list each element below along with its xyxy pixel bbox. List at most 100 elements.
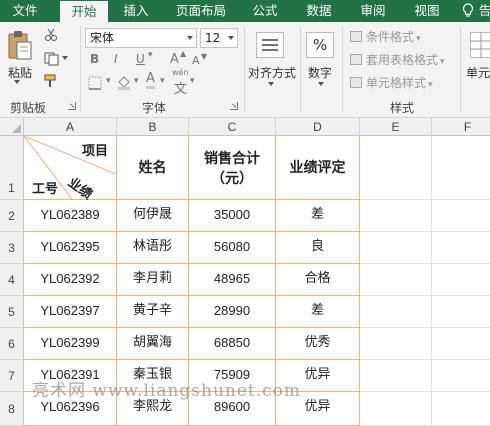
- sales-total-cell[interactable]: 48965: [189, 264, 276, 296]
- tab-data[interactable]: 数据: [298, 0, 340, 22]
- copy-dropdown-icon[interactable]: [62, 56, 68, 60]
- row-header-2[interactable]: 2: [0, 200, 24, 232]
- tab-file[interactable]: 文件: [6, 0, 44, 22]
- cut-icon[interactable]: [44, 28, 58, 42]
- grow-font-button[interactable]: A: [170, 52, 179, 67]
- alignment-icon[interactable]: [256, 32, 284, 58]
- percent-icon[interactable]: %: [306, 32, 334, 58]
- empty-cell-e[interactable]: [360, 264, 432, 296]
- employee-name-cell[interactable]: 黄子辛: [117, 296, 189, 328]
- borders-icon[interactable]: [88, 76, 104, 90]
- rating-cell[interactable]: 良: [276, 232, 360, 264]
- empty-cell-e[interactable]: [360, 200, 432, 232]
- column-header-b[interactable]: B: [117, 118, 189, 136]
- employee-id-cell[interactable]: YL062392: [24, 264, 117, 296]
- cell-styles-button[interactable]: 单元格样式 ▾: [350, 74, 433, 92]
- empty-cell-f[interactable]: [432, 232, 490, 264]
- fill-color-icon[interactable]: [116, 74, 132, 90]
- lightbulb-icon[interactable]: [462, 3, 474, 18]
- cell-f1[interactable]: [432, 136, 490, 200]
- bold-button[interactable]: B: [90, 52, 99, 66]
- tab-page-layout[interactable]: 页面布局: [168, 0, 234, 22]
- shrink-font-button[interactable]: A: [192, 54, 200, 67]
- name-header-cell[interactable]: 姓名: [117, 136, 189, 200]
- empty-cell-e[interactable]: [360, 360, 432, 392]
- phonetic-dropdown-icon[interactable]: ▾: [190, 76, 195, 86]
- clipboard-launcher-icon[interactable]: [68, 102, 76, 110]
- phonetic-guide-button[interactable]: wén: [172, 68, 189, 77]
- employee-id-cell[interactable]: YL062397: [24, 296, 117, 328]
- cells-button[interactable]: 单元: [466, 64, 490, 81]
- employee-name-cell[interactable]: 李月莉: [117, 264, 189, 296]
- diagonal-header-cell[interactable]: 项目 业绩 工号: [24, 136, 117, 203]
- alignment-button[interactable]: 对齐方式: [248, 64, 296, 81]
- copy-icon[interactable]: [44, 52, 60, 66]
- tab-home[interactable]: 开始: [60, 1, 108, 22]
- column-header-d[interactable]: D: [276, 118, 360, 136]
- rating-cell[interactable]: 合格: [276, 264, 360, 296]
- row-header-1[interactable]: 1: [0, 136, 24, 200]
- rating-cell[interactable]: 差: [276, 296, 360, 328]
- rating-header-cell[interactable]: 业绩评定: [276, 136, 360, 200]
- tab-insert[interactable]: 插入: [115, 0, 157, 22]
- row-header-3[interactable]: 3: [0, 232, 24, 264]
- select-all-corner[interactable]: [0, 118, 24, 136]
- empty-cell-f[interactable]: [432, 264, 490, 296]
- employee-id-cell[interactable]: YL062389: [24, 200, 117, 232]
- column-header-c[interactable]: C: [189, 118, 276, 136]
- format-as-table-button[interactable]: 套用表格格式 ▾: [350, 51, 445, 69]
- empty-cell-e[interactable]: [360, 296, 432, 328]
- sales-total-cell[interactable]: 56080: [189, 232, 276, 264]
- sales-total-cell[interactable]: 28990: [189, 296, 276, 328]
- tab-review[interactable]: 审阅: [352, 0, 394, 22]
- row-header-6[interactable]: 6: [0, 328, 24, 360]
- employee-name-cell[interactable]: 林语彤: [117, 232, 189, 264]
- tab-tell-me[interactable]: 告: [478, 0, 490, 22]
- sales-total-cell[interactable]: 68850: [189, 328, 276, 360]
- sales-total-cell[interactable]: 35000: [189, 200, 276, 232]
- row-header-7[interactable]: 7: [0, 360, 24, 392]
- font-launcher-icon[interactable]: [230, 102, 238, 110]
- number-format-button[interactable]: 数字: [308, 64, 332, 81]
- font-color-button[interactable]: A: [146, 72, 155, 89]
- conditional-formatting-button[interactable]: 条件格式 ▾: [350, 28, 421, 46]
- column-header-a[interactable]: A: [24, 118, 117, 136]
- paste-icon[interactable]: [8, 30, 32, 60]
- row-header-5[interactable]: 5: [0, 296, 24, 328]
- employee-id-cell[interactable]: YL062395: [24, 232, 117, 264]
- empty-cell-f[interactable]: [432, 200, 490, 232]
- column-header-e[interactable]: E: [360, 118, 432, 136]
- alignment-dropdown-icon[interactable]: [268, 82, 274, 86]
- employee-id-cell[interactable]: YL062399: [24, 328, 117, 360]
- empty-cell-e[interactable]: [360, 328, 432, 360]
- format-painter-icon[interactable]: [44, 74, 60, 88]
- empty-cell-f[interactable]: [432, 360, 490, 392]
- italic-button[interactable]: I: [114, 52, 118, 66]
- empty-cell-f[interactable]: [432, 296, 490, 328]
- cell-e1[interactable]: [360, 136, 432, 200]
- row-header-8[interactable]: 8: [0, 392, 24, 426]
- underline-dropdown-icon[interactable]: ▾: [148, 50, 153, 60]
- empty-cell-e[interactable]: [360, 392, 432, 426]
- tab-formulas[interactable]: 公式: [244, 0, 286, 22]
- employee-name-cell[interactable]: 胡翼海: [117, 328, 189, 360]
- number-dropdown-icon[interactable]: [318, 82, 324, 86]
- empty-cell-e[interactable]: [360, 232, 432, 264]
- paste-dropdown-icon[interactable]: [14, 80, 20, 84]
- fill-color-dropdown-icon[interactable]: ▾: [134, 76, 139, 86]
- column-header-f[interactable]: F: [432, 118, 490, 136]
- empty-cell-f[interactable]: [432, 328, 490, 360]
- rating-cell[interactable]: 差: [276, 200, 360, 232]
- font-name-select[interactable]: 宋体: [85, 28, 197, 48]
- sales-header-cell[interactable]: 销售合计 （元）: [189, 136, 276, 200]
- borders-dropdown-icon[interactable]: ▾: [106, 76, 111, 86]
- cells-icon[interactable]: [470, 32, 490, 58]
- empty-cell-f[interactable]: [432, 392, 490, 426]
- employee-name-cell[interactable]: 何伊晟: [117, 200, 189, 232]
- font-color-dropdown-icon[interactable]: ▾: [160, 76, 165, 86]
- rating-cell[interactable]: 优秀: [276, 328, 360, 360]
- paste-button[interactable]: 粘贴: [8, 64, 32, 81]
- tab-view[interactable]: 视图: [406, 0, 448, 22]
- font-size-select[interactable]: 12: [200, 28, 238, 48]
- row-header-4[interactable]: 4: [0, 264, 24, 296]
